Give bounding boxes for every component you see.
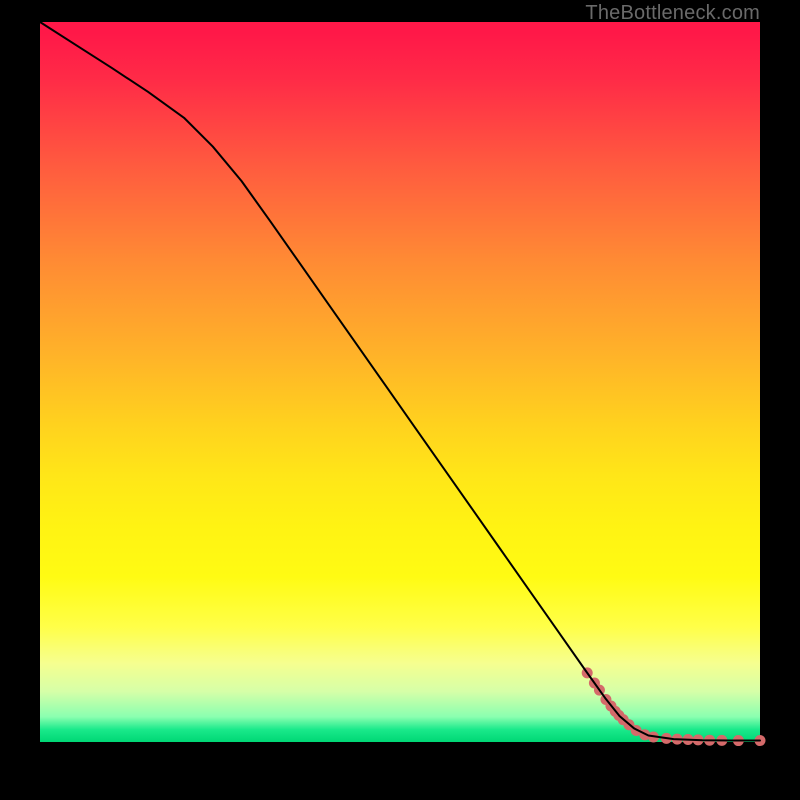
chart-frame: TheBottleneck.com [0, 0, 800, 800]
curve-line [40, 22, 760, 741]
plot-area [40, 22, 760, 742]
scatter-series [582, 667, 766, 746]
chart-overlay [40, 22, 760, 742]
